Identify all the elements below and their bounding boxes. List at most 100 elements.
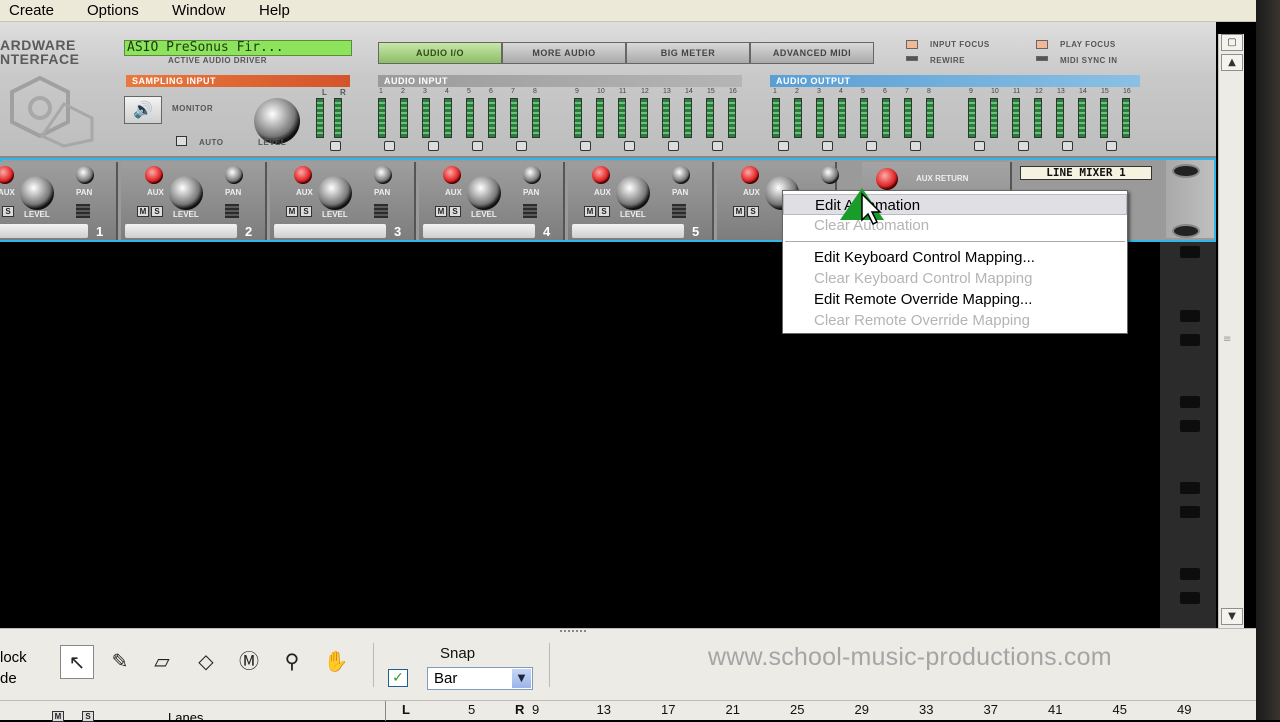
solo-button[interactable]: S [151,206,163,217]
pan-label: PAN [225,188,242,197]
audio-output-enable-button[interactable] [1018,141,1029,151]
pan-knob[interactable] [523,166,541,184]
track-solo-button[interactable]: S [82,711,94,722]
channel-level-knob[interactable] [20,176,54,210]
aux-send-knob[interactable] [443,166,461,184]
mute-tool-icon[interactable]: Ⓜ [232,645,266,679]
channel-name-tape[interactable] [572,224,684,238]
solo-button[interactable]: S [2,206,14,217]
audio-input-enable-button[interactable] [712,141,723,151]
pan-knob[interactable] [76,166,94,184]
menu-create[interactable]: Create [9,2,54,19]
audio-output-enable-button[interactable] [974,141,985,151]
pan-knob[interactable] [374,166,392,184]
pan-knob[interactable] [225,166,243,184]
audio-input-enable-button[interactable] [516,141,527,151]
solo-button[interactable]: S [449,206,461,217]
hand-tool-icon[interactable]: ✋ [319,645,353,679]
solo-button[interactable]: S [747,206,759,217]
channel-level-knob[interactable] [169,176,203,210]
timeline-ruler[interactable]: M S Lanes L R 5 9 13 17 21 25 29 33 37 41 45 49 [0,700,1256,722]
channel-meter [523,204,537,218]
menu-options[interactable]: Options [87,2,139,19]
aux-send-knob[interactable] [741,166,759,184]
audio-output-enable-button[interactable] [778,141,789,151]
sampling-enable-button[interactable] [330,141,341,151]
pan-knob[interactable] [672,166,690,184]
menu-edit-remote-override[interactable]: Edit Remote Override Mapping... [783,289,1127,310]
mute-button[interactable]: M [137,206,149,217]
tab-audio-io[interactable]: AUDIO I/O [378,42,502,64]
rack-scrollbar[interactable]: ▢ ▲ ≡ ▼ [1218,34,1244,628]
audio-output-enable-button[interactable] [1062,141,1073,151]
scroll-top-button[interactable]: ▢ [1221,34,1243,51]
channel-level-knob[interactable] [616,176,650,210]
menu-help[interactable]: Help [259,2,290,19]
scroll-down-button[interactable]: ▼ [1221,608,1243,625]
audio-driver-display[interactable]: ASIO PreSonus Fir... [124,40,352,56]
audio-output-enable-button[interactable] [822,141,833,151]
audio-output-level-meter [882,98,890,138]
audio-input-channel-number: 11 [619,88,627,95]
pane-splitter-handle[interactable] [560,630,586,634]
aux-return-label: AUX RETURN [916,174,969,183]
channel-name-tape[interactable] [423,224,535,238]
mute-button[interactable]: M [435,206,447,217]
audio-input-enable-button[interactable] [428,141,439,151]
snap-checkbox[interactable]: ✓ [388,669,408,687]
scroll-grip-icon[interactable]: ≡ [1223,334,1231,345]
tab-advanced-midi[interactable]: ADVANCED MIDI [750,42,874,64]
eraser-tool-icon[interactable]: ▱ [145,645,179,679]
rewire-label: REWIRE [930,56,965,65]
menu-edit-keyboard-mapping[interactable]: Edit Keyboard Control Mapping... [783,247,1127,268]
chevron-down-icon[interactable]: ▼ [512,669,531,688]
toolbar-partial-text-2: de [0,670,17,687]
pencil-tool-icon[interactable]: ✎ [103,645,137,679]
monitor-speaker-button[interactable]: 🔊 [124,96,162,124]
mute-button[interactable]: M [733,206,745,217]
left-locator-marker[interactable]: L [402,702,410,717]
channel-name-tape[interactable] [0,224,88,238]
audio-output-enable-button[interactable] [1106,141,1117,151]
audio-output-header: AUDIO OUTPUT [770,75,1140,87]
aux-send-knob[interactable] [294,166,312,184]
audio-output-enable-button[interactable] [866,141,877,151]
audio-input-enable-button[interactable] [472,141,483,151]
aux-send-knob[interactable] [592,166,610,184]
channel-level-knob[interactable] [318,176,352,210]
aux-send-knob[interactable] [0,166,14,184]
audio-input-enable-button[interactable] [624,141,635,151]
right-locator-marker[interactable]: R [515,702,524,717]
tab-more-audio[interactable]: MORE AUDIO [502,42,626,64]
device-name-label[interactable]: LINE MIXER 1 [1020,166,1152,180]
mute-button[interactable]: M [286,206,298,217]
audio-input-channel-number: 8 [533,88,537,95]
solo-button[interactable]: S [598,206,610,217]
pan-label: PAN [672,188,689,197]
pan-knob[interactable] [821,166,839,184]
audio-output-enable-button[interactable] [910,141,921,151]
audio-input-enable-button[interactable] [384,141,395,151]
razor-tool-icon[interactable]: ◇ [189,645,223,679]
channel-level-knob[interactable] [467,176,501,210]
audio-input-enable-button[interactable] [668,141,679,151]
menu-edit-automation[interactable]: Edit Automation [783,194,1127,215]
snap-value-select[interactable]: Bar ▼ [427,667,533,690]
solo-button[interactable]: S [300,206,312,217]
auto-checkbox[interactable] [176,136,187,146]
channel-name-tape[interactable] [274,224,386,238]
track-mute-button[interactable]: M [52,711,64,722]
channel-name-tape[interactable] [125,224,237,238]
magnify-tool-icon[interactable]: ⚲ [275,645,309,679]
audio-input-enable-button[interactable] [580,141,591,151]
mute-button[interactable]: M [584,206,596,217]
level-label: LEVEL [24,210,50,219]
menu-window[interactable]: Window [172,2,225,19]
select-arrow-tool-icon[interactable]: ↖ [60,645,94,679]
aux-send-knob[interactable] [145,166,163,184]
tab-big-meter[interactable]: BIG METER [626,42,750,64]
audio-input-channel-number: 4 [445,88,449,95]
scroll-up-button[interactable]: ▲ [1221,54,1243,71]
ruler-bar-number: 49 [1177,702,1192,717]
audio-output-level-meter [1122,98,1130,138]
